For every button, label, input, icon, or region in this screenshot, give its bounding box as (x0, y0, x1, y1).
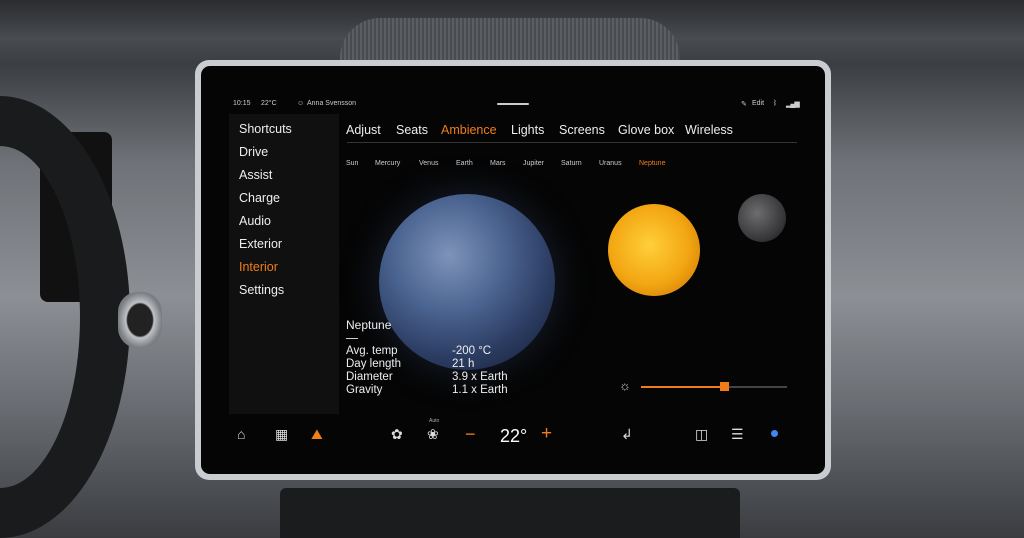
fan-icon[interactable]: ❀ (427, 426, 439, 443)
brightness-slider-fill (641, 386, 725, 388)
tab-ambience[interactable]: Ambience (441, 123, 497, 137)
tab-adjust[interactable]: Adjust (346, 123, 381, 137)
title-underline (346, 338, 358, 339)
temperature-increase-button[interactable]: + (541, 423, 552, 445)
center-display: 10:15 22°C ☺ Anna Svensson ✎ Edit ᛒ ▂▄▆ … (195, 60, 831, 480)
info-value: 1.1 x Earth (452, 384, 508, 396)
info-value: -200 °C (452, 345, 492, 357)
sidebar-item-shortcuts[interactable]: Shortcuts (239, 122, 292, 136)
moon-image[interactable] (738, 194, 786, 242)
tab-screens[interactable]: Screens (559, 123, 605, 137)
signal-icon: ▂▄▆ (786, 101, 800, 108)
user-profile[interactable]: Anna Svensson (307, 100, 356, 107)
sun-image[interactable] (608, 204, 700, 296)
sidebar-item-charge[interactable]: Charge (239, 191, 280, 205)
outside-temperature: 22°C (261, 100, 277, 107)
info-value: 21 h (452, 358, 475, 370)
tab-divider (347, 142, 797, 143)
subtab-uranus[interactable]: Uranus (599, 160, 622, 167)
tab-seats[interactable]: Seats (396, 123, 428, 137)
sidebar-item-drive[interactable]: Drive (239, 145, 268, 159)
edit-icon[interactable]: ✎ (741, 100, 747, 108)
apps-icon[interactable]: ▦ (275, 426, 288, 443)
sidebar-item-assist[interactable]: Assist (239, 168, 272, 182)
tab-wireless[interactable]: Wireless (685, 123, 733, 137)
sidebar-item-audio[interactable]: Audio (239, 214, 271, 228)
gear-selector (118, 292, 162, 348)
user-icon: ☺ (297, 100, 305, 107)
drag-handle[interactable] (497, 103, 529, 105)
info-value: 3.9 x Earth (452, 371, 508, 383)
subtab-earth[interactable]: Earth (456, 160, 473, 167)
sidebar-item-settings[interactable]: Settings (239, 283, 284, 297)
brightness-icon: ☼ (619, 378, 631, 393)
clock: 10:15 (233, 100, 251, 107)
planet-title: Neptune (346, 318, 392, 332)
car-icon[interactable]: ⛰ (311, 426, 323, 443)
seat-heat-icon[interactable]: ✿ (391, 426, 403, 443)
brightness-slider-thumb[interactable] (720, 382, 730, 391)
neptune-planet[interactable] (379, 194, 555, 370)
sidebar-item-interior[interactable]: Interior (239, 260, 278, 274)
subtab-mercury[interactable]: Mercury (375, 160, 400, 167)
home-icon[interactable]: ⌂ (237, 426, 245, 442)
sidebar: Shortcuts Drive Assist Charge Audio Exte… (229, 114, 339, 414)
info-label: Diameter (346, 371, 393, 383)
google-assistant-icon[interactable] (771, 430, 778, 437)
tab-lights[interactable]: Lights (511, 123, 544, 137)
subtab-jupiter[interactable]: Jupiter (523, 160, 544, 167)
screen: 10:15 22°C ☺ Anna Svensson ✎ Edit ᛒ ▂▄▆ … (201, 66, 825, 474)
subtab-sun[interactable]: Sun (346, 160, 358, 167)
edit-button[interactable]: Edit (752, 100, 764, 107)
cabin-temperature: 22° (500, 426, 528, 446)
seat-icon[interactable]: ↲ (621, 426, 633, 443)
defrost-icon[interactable]: ☰ (731, 426, 744, 443)
tab-glove-box[interactable]: Glove box (618, 123, 674, 137)
info-label: Avg. temp (346, 345, 398, 357)
bluetooth-icon: ᛒ (773, 100, 778, 107)
subtab-saturn[interactable]: Saturn (561, 160, 582, 167)
auto-label: Auto (429, 418, 440, 424)
camera-icon[interactable]: ◫ (695, 426, 708, 443)
sidebar-item-exterior[interactable]: Exterior (239, 237, 282, 251)
info-label: Gravity (346, 384, 383, 396)
subtab-mars[interactable]: Mars (490, 160, 506, 167)
temperature-decrease-button[interactable]: − (465, 424, 476, 445)
air-vent (280, 488, 740, 538)
subtab-venus[interactable]: Venus (419, 160, 438, 167)
subtab-neptune[interactable]: Neptune (639, 160, 665, 167)
info-label: Day length (346, 358, 401, 370)
